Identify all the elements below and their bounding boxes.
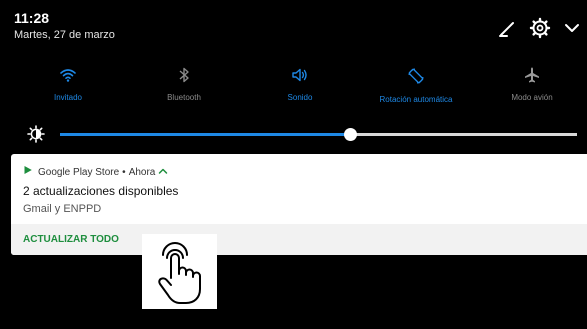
play-store-icon (24, 166, 32, 174)
tile-airplane-mode[interactable]: Modo avión (477, 66, 587, 112)
tile-sound[interactable]: Sonido (245, 66, 355, 112)
status-bar: 11:28 Martes, 27 de marzo (0, 0, 587, 52)
tap-hand-icon (158, 242, 201, 304)
settings-icon[interactable] (529, 17, 551, 39)
volume-icon (292, 68, 307, 82)
chevron-down-icon[interactable] (561, 17, 583, 39)
wifi-icon (60, 69, 76, 82)
update-all-button[interactable]: ACTUALIZAR TODO (23, 233, 119, 247)
notification-separator: • (122, 166, 126, 178)
tile-label-sound: Sonido (287, 93, 313, 102)
brightness-icon (27, 125, 45, 143)
airplane-icon (525, 67, 539, 83)
notification-actions: ACTUALIZAR TODO (11, 224, 587, 255)
notification-title: 2 actualizaciones disponibles (23, 184, 179, 198)
tile-label-wifi: Invitado (53, 93, 83, 102)
notification-shade: 11:28 Martes, 27 de marzo Invitado Bluet… (0, 0, 587, 329)
brightness-slider[interactable] (60, 128, 577, 141)
auto-rotate-icon (408, 68, 424, 84)
notification-time: Ahora (128, 166, 156, 178)
tap-hand-overlay (142, 234, 217, 309)
tile-auto-rotate[interactable]: Rotación automática (361, 66, 471, 112)
tile-label-airplane-mode: Modo avión (511, 93, 553, 102)
tile-bluetooth[interactable]: Bluetooth (129, 66, 239, 112)
tile-wifi[interactable]: Invitado (13, 66, 123, 112)
clock: 11:28 (14, 10, 50, 26)
notification-card[interactable]: Google Play Store • Ahora 2 actualizacione… (11, 154, 587, 255)
brightness-slider-thumb[interactable] (343, 128, 357, 141)
tile-label-auto-rotate: Rotación automática (379, 95, 453, 104)
notification-header: Google Play Store • Ahora (23, 165, 168, 179)
date: Martes, 27 de marzo (14, 29, 115, 41)
tile-label-bluetooth: Bluetooth (167, 93, 201, 102)
notification-app-name: Google Play Store (38, 166, 120, 178)
brightness-slider-fill (60, 133, 350, 136)
bluetooth-icon (179, 67, 189, 83)
chevron-up-icon[interactable] (158, 167, 168, 175)
notification-text: Gmail y ENPPD (23, 203, 102, 215)
edit-icon[interactable] (497, 17, 519, 39)
